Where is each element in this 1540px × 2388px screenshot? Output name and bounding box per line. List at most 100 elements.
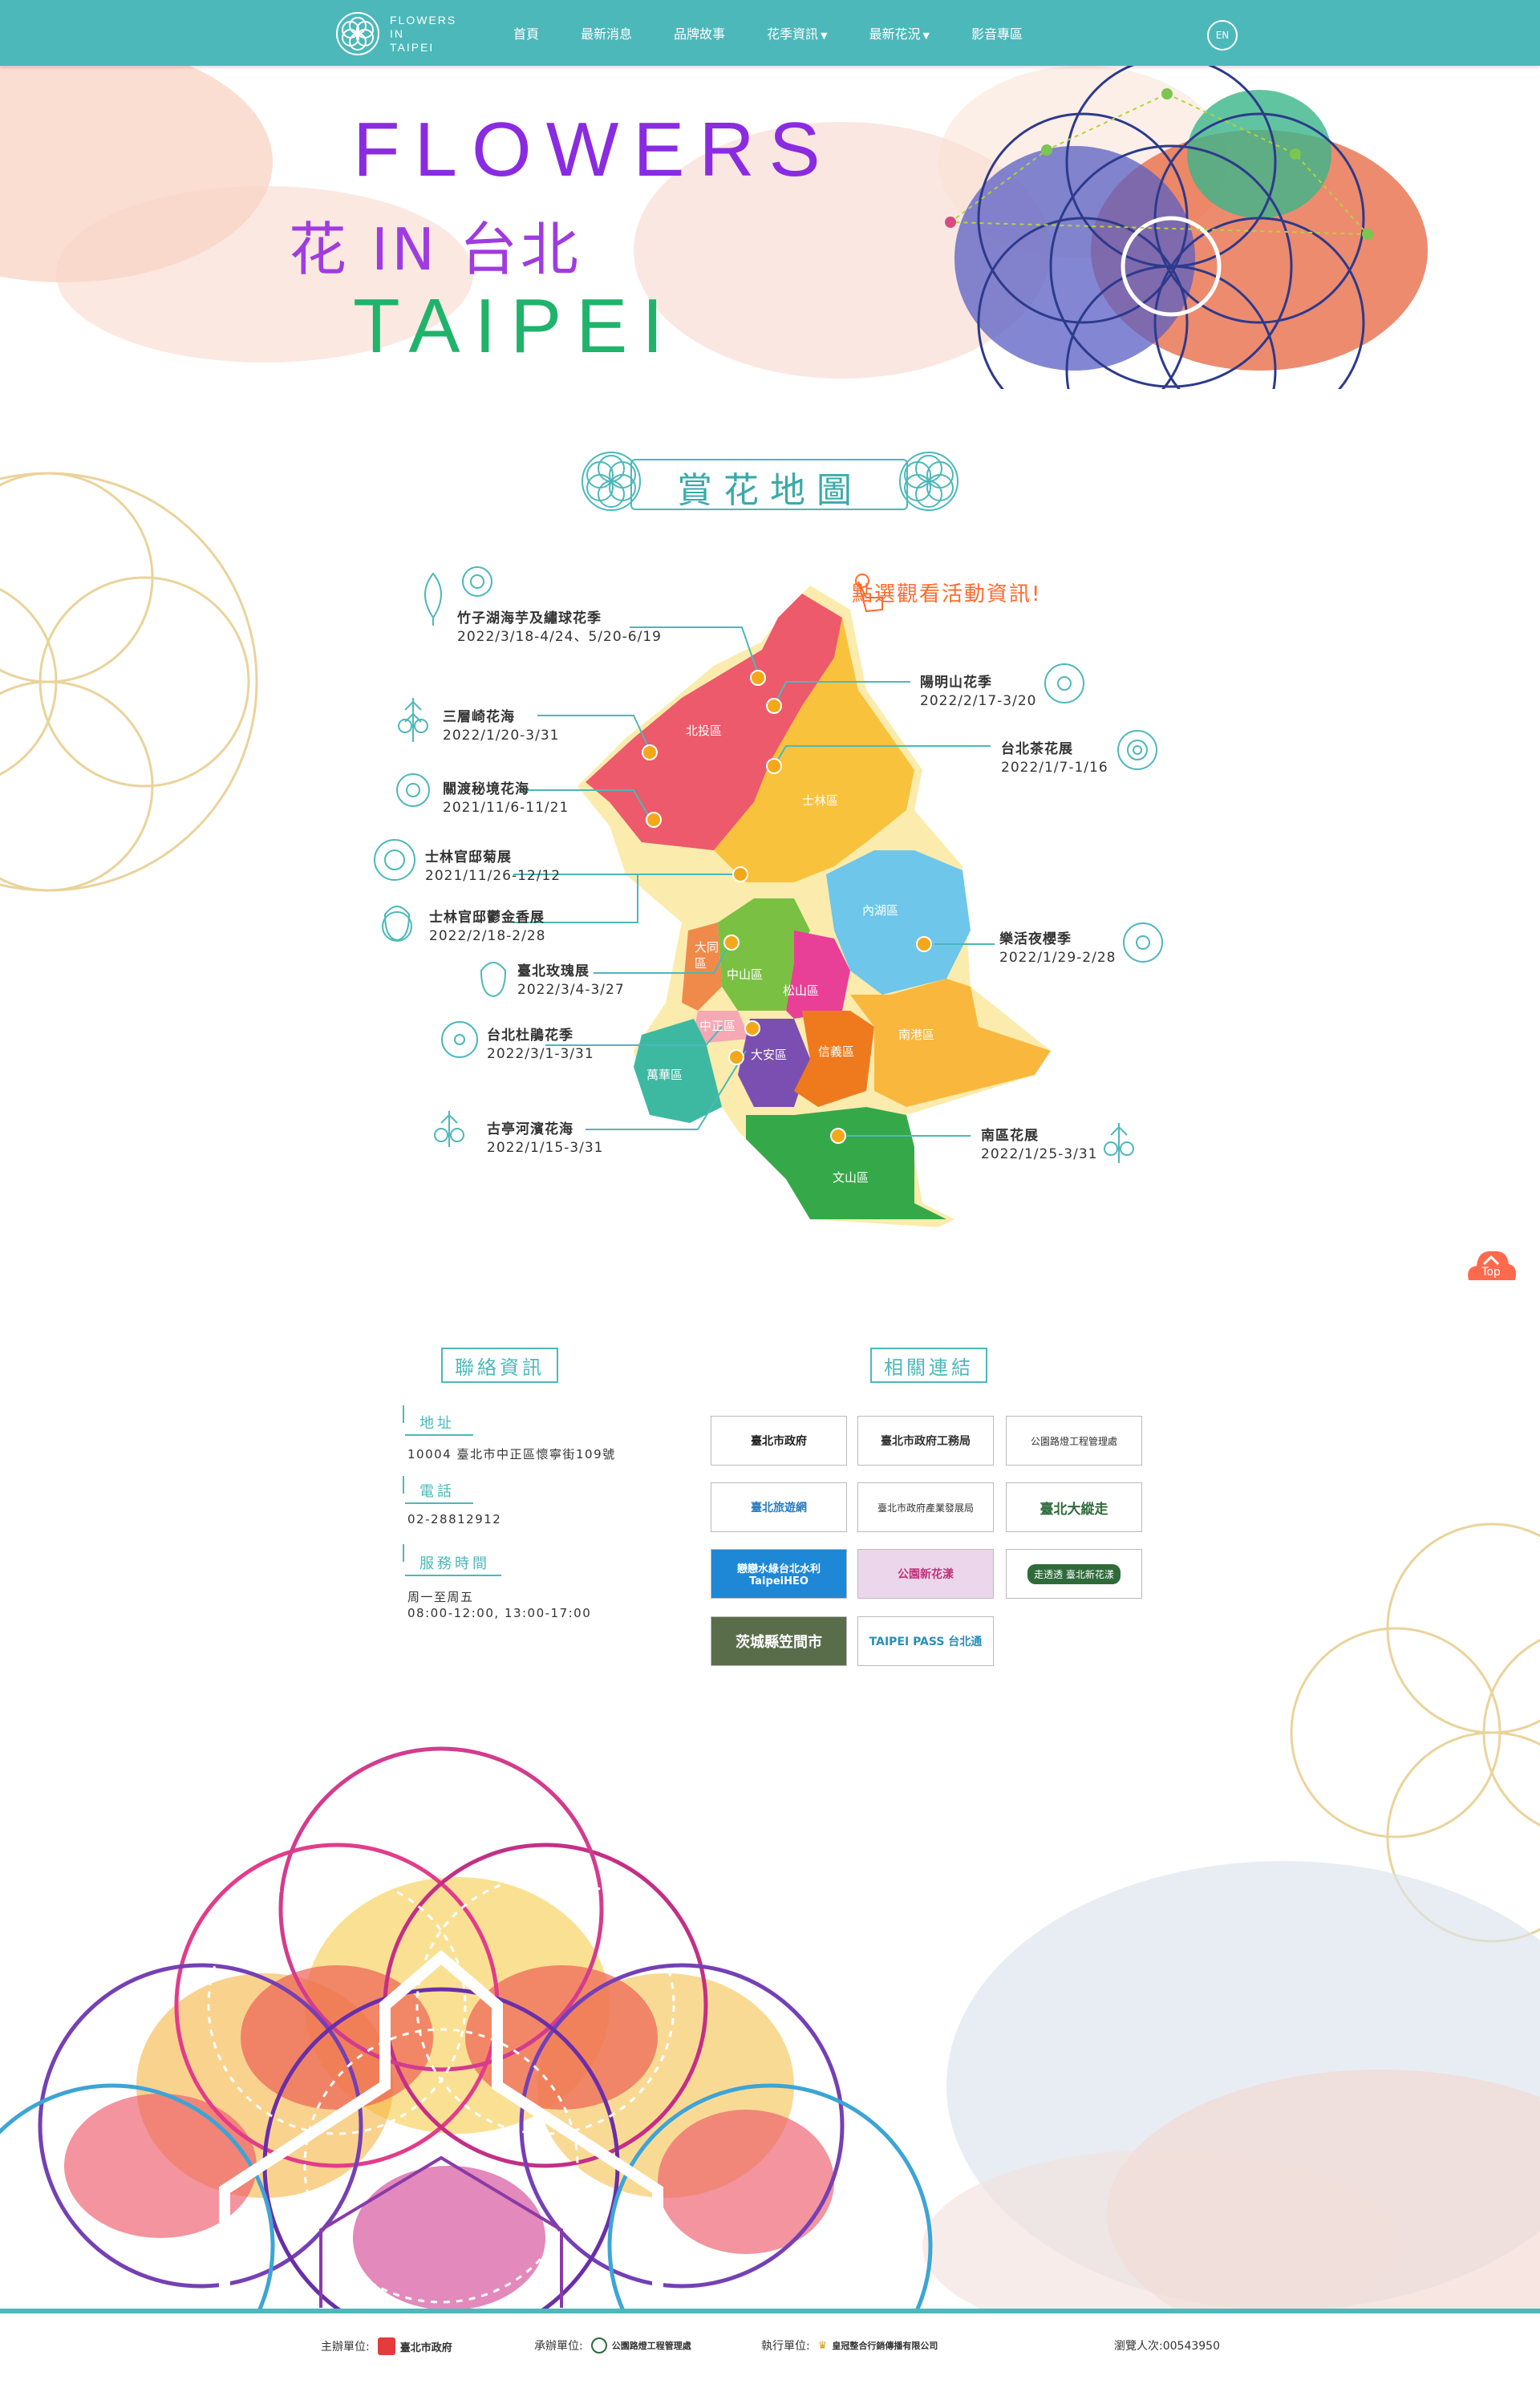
cherry-blossom-icon-1: [1044, 663, 1084, 703]
footer-host-label: 主辦單位:: [321, 2341, 370, 2354]
footer-co-logo[interactable]: 公園路燈工程管理處: [590, 2337, 691, 2354]
district-label-beitou: 北投區: [686, 724, 722, 738]
link-parks-office[interactable]: 公園路燈工程管理處: [1006, 1416, 1142, 1466]
address-marker: [403, 1405, 406, 1423]
link-taipei-grand-trail[interactable]: 臺北大縱走: [1006, 1482, 1142, 1532]
footer-exec-logo[interactable]: ♛ 皇冠整合行銷傳播有限公司: [818, 2339, 938, 2352]
event-south-district[interactable]: 南區花展 2022/1/25-3/31: [981, 1127, 1097, 1164]
event-date: 2022/1/25-3/31: [981, 1146, 1098, 1162]
event-date: 2021/11/6-11/21: [443, 800, 569, 816]
address-underline: [405, 1434, 473, 1436]
district-nangang: [850, 979, 1051, 1107]
district-label-zhongzheng: 中正區: [699, 1019, 736, 1033]
event-name: 竹子湖海芋及繡球花季: [457, 610, 602, 626]
nav-bloom-status[interactable]: 最新花況 ▼: [869, 23, 930, 43]
nav-season-info-label: 花季資訊: [767, 26, 819, 42]
event-date: 2022/2/18-2/28: [429, 928, 546, 944]
event-name: 南區花展: [981, 1128, 1039, 1144]
footer-host-name: 臺北市政府: [399, 2341, 452, 2354]
link-walk-taipei-flowers[interactable]: 走透透 臺北新花漾: [1006, 1549, 1142, 1599]
event-rose-exhibition[interactable]: 臺北玫瑰展 2022/3/4-3/27: [517, 963, 625, 999]
back-to-top-button[interactable]: Top: [1464, 1243, 1518, 1283]
link-taipei-pass[interactable]: TAIPEI PASS 台北通: [857, 1616, 994, 1666]
event-name: 關渡秘境花海: [443, 781, 529, 797]
nav-media[interactable]: 影音專區: [971, 23, 1023, 43]
event-zhuzihu[interactable]: 竹子湖海芋及繡球花季 2022/3/18-4/24、5/20-6/19: [457, 610, 662, 647]
language-switch-button[interactable]: EN: [1207, 20, 1238, 51]
event-name: 台北杜鵑花季: [487, 1028, 573, 1044]
nav-home-label: 首頁: [513, 26, 540, 42]
hours-label: 服務時間: [419, 1555, 490, 1572]
hours-underline: [405, 1575, 501, 1576]
link-travel-taipei[interactable]: 臺北旅遊網: [711, 1482, 847, 1532]
link-label: 公園路燈工程管理處: [1030, 1435, 1117, 1447]
event-date: 2022/1/20-3/31: [443, 728, 560, 744]
chevron-down-icon: ▼: [922, 30, 930, 41]
event-sancengqi[interactable]: 三層崎花海 2022/1/20-3/31: [443, 708, 559, 745]
parks-logo-icon: [590, 2337, 607, 2354]
footer-host: 主辦單位: 臺北市政府: [321, 2337, 452, 2355]
district-label-wenshan: 文山區: [833, 1170, 869, 1185]
phone-value: 02-28812912: [407, 1512, 502, 1526]
link-economic-development[interactable]: 臺北市政府產業發展局: [857, 1482, 994, 1532]
event-date: 2022/1/7-1/16: [1001, 760, 1108, 776]
district-label-xinyi: 信義區: [818, 1044, 854, 1059]
footer-executor: 執行單位: ♛ 皇冠整合行銷傳播有限公司: [761, 2337, 938, 2354]
link-label: 走透透 臺北新花漾: [1027, 1563, 1121, 1584]
daisy-icon: [396, 773, 430, 807]
map-hint-link[interactable]: 點選觀看活動資訊!: [852, 578, 1041, 607]
event-name: 臺北玫瑰展: [517, 963, 590, 979]
district-label-daan: 大安區: [751, 1048, 787, 1062]
hydrangea-icon: [462, 566, 492, 597]
nav-news-label: 最新消息: [581, 26, 633, 42]
event-azalea[interactable]: 台北杜鵑花季 2022/3/1-3/31: [487, 1027, 594, 1064]
nav-news[interactable]: 最新消息: [581, 23, 632, 43]
event-date: 2022/3/1-3/31: [487, 1046, 594, 1062]
link-label: 臺北大縱走: [1040, 1501, 1108, 1518]
nav-brand-story[interactable]: 品牌故事: [674, 23, 725, 43]
link-taipei-city-government[interactable]: 臺北市政府: [711, 1416, 847, 1466]
event-guandu[interactable]: 關渡秘境花海 2021/11/6-11/21: [443, 780, 569, 817]
links-title: 相關連結: [870, 1348, 987, 1383]
logo-wordmark: FLOWERS IN TAIPEI: [390, 14, 456, 55]
link-public-works-department[interactable]: 臺北市政府工務局: [857, 1416, 994, 1466]
event-camellia[interactable]: 台北茶花展 2022/1/7-1/16: [1001, 740, 1108, 777]
event-name: 三層崎花海: [443, 709, 515, 725]
event-shilin-chrysanthemum[interactable]: 士林官邸菊展 2021/11/26-12/12: [425, 849, 561, 886]
contact-title: 聯絡資訊: [441, 1348, 558, 1383]
event-name: 陽明山花季: [920, 675, 992, 691]
link-label: 公園新花漾: [898, 1568, 954, 1581]
event-night-cherry[interactable]: 樂活夜櫻季 2022/1/29-2/28: [999, 930, 1116, 967]
footer-visit-counter: 瀏覽人次:00543950: [1114, 2337, 1220, 2354]
chevron-down-icon: ▼: [821, 30, 828, 41]
link-park-new-flowers[interactable]: 公園新花漾: [857, 1549, 994, 1599]
district-label-nangang: 南港區: [898, 1028, 934, 1042]
flower-logo-icon: [336, 12, 379, 55]
footer-co-organizer: 承辦單位: 公園路燈工程管理處: [534, 2337, 691, 2354]
district-label-songshan: 松山區: [783, 983, 819, 998]
page-root: FLOWERS IN TAIPEI 首頁 最新消息 品牌故事 花季資訊 ▼ 最新花…: [0, 0, 1540, 2388]
link-label: 戀戀水綠台北水利 TaipeiHEO: [736, 1563, 821, 1587]
nav-home[interactable]: 首頁: [513, 23, 539, 43]
tulip-icon: [382, 906, 412, 942]
top-navigation-bar: FLOWERS IN TAIPEI 首頁 最新消息 品牌故事 花季資訊 ▼ 最新花…: [0, 0, 1540, 66]
link-label: 臺北市政府工務局: [881, 1435, 971, 1448]
link-label: 臺北市政府: [751, 1435, 807, 1448]
footer-host-logo[interactable]: 臺北市政府: [377, 2337, 452, 2355]
link-kasama-city[interactable]: 茨城縣笠間市: [711, 1616, 847, 1666]
event-guting[interactable]: 古亭河濱花海 2022/1/15-3/31: [487, 1121, 603, 1158]
nav-season-info[interactable]: 花季資訊 ▼: [767, 23, 827, 43]
site-logo[interactable]: FLOWERS IN TAIPEI: [335, 10, 480, 58]
event-name: 古亭河濱花海: [487, 1121, 573, 1137]
back-to-top-label: Top: [1481, 1266, 1501, 1279]
event-date: 2022/3/18-4/24、5/20-6/19: [457, 629, 662, 645]
nav-media-label: 影音專區: [971, 26, 1023, 42]
event-name: 台北茶花展: [1001, 741, 1073, 757]
district-label-zhongshan: 中山區: [727, 967, 763, 982]
event-name: 士林官邸鬱金香展: [429, 910, 545, 926]
event-shilin-tulip[interactable]: 士林官邸鬱金香展 2022/2/18-2/28: [429, 909, 545, 946]
link-taipei-heo[interactable]: 戀戀水綠台北水利 TaipeiHEO: [711, 1549, 847, 1599]
wheat-flower-icon-1: [398, 698, 428, 742]
event-yangmingshan[interactable]: 陽明山花季 2022/2/17-3/20: [920, 674, 1036, 711]
crown-logo-icon: ♛: [817, 2339, 828, 2352]
